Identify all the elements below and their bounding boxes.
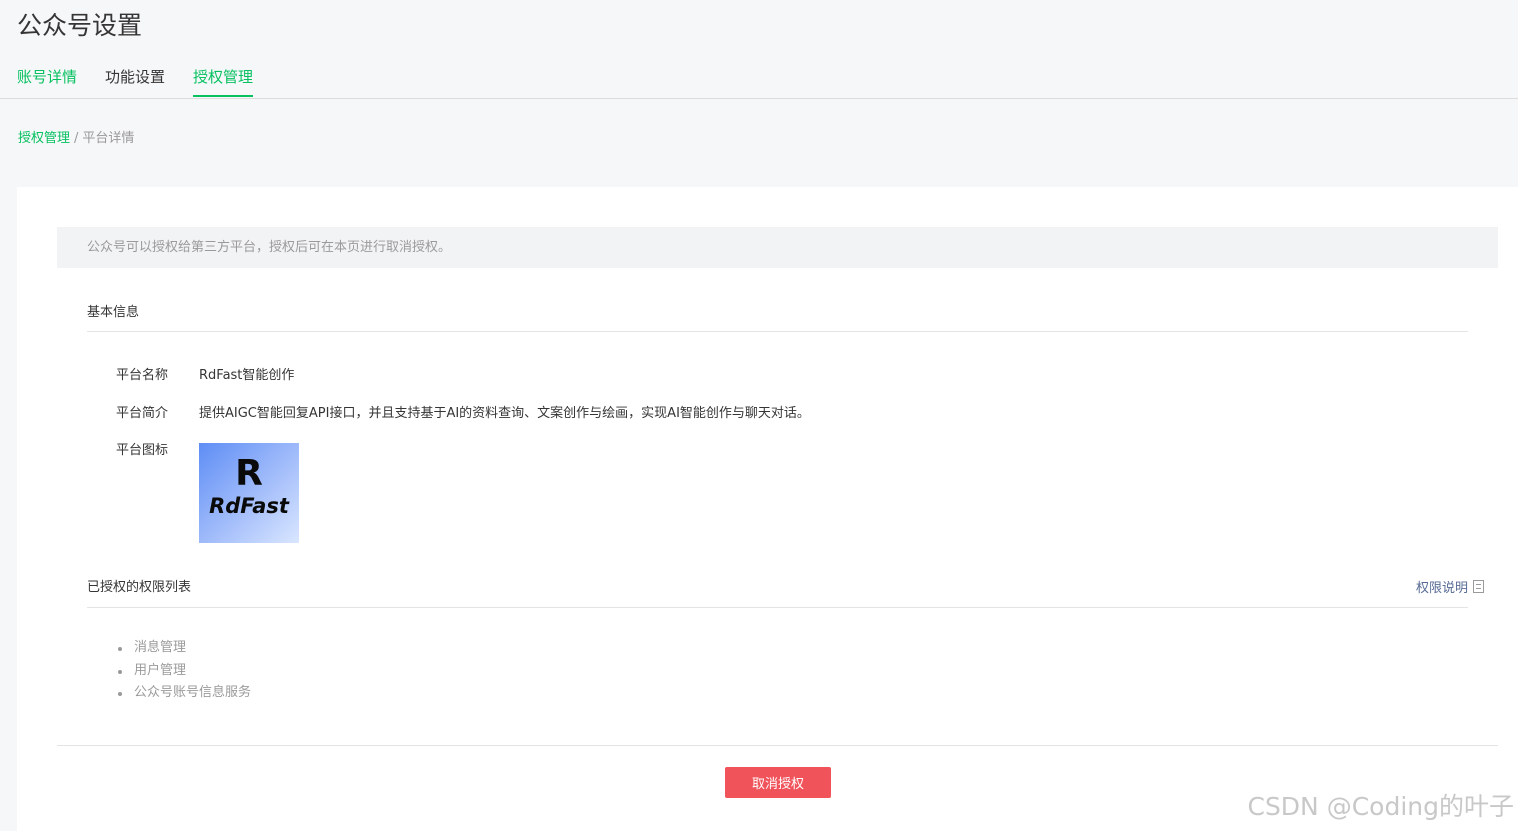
- permissions-title: 已授权的权限列表: [87, 580, 192, 595]
- page-title: 公众号设置: [17, 11, 143, 40]
- document-icon[interactable]: [1473, 580, 1484, 593]
- revoke-authorization-button[interactable]: 取消授权: [725, 767, 831, 798]
- basic-info-divider: [87, 331, 1468, 332]
- notice-bar: 公众号可以授权给第三方平台，授权后可在本页进行取消授权。: [57, 227, 1498, 268]
- permission-item: 消息管理: [118, 637, 251, 660]
- platform-desc-label: 平台简介: [116, 406, 169, 421]
- permission-list: 消息管理 用户管理 公众号账号信息服务: [118, 637, 251, 705]
- permissions-divider: [87, 607, 1468, 608]
- breadcrumb-parent-link[interactable]: 授权管理: [18, 131, 70, 146]
- permission-item: 公众号账号信息服务: [118, 682, 251, 705]
- permissions-explain-link[interactable]: 权限说明: [1416, 577, 1484, 596]
- breadcrumb-separator: /: [74, 131, 79, 146]
- breadcrumb-current: 平台详情: [82, 131, 135, 146]
- content-panel: 公众号可以授权给第三方平台，授权后可在本页进行取消授权。 基本信息 平台名称 R…: [17, 187, 1518, 831]
- permission-item: 用户管理: [118, 660, 251, 683]
- platform-icon-label: 平台图标: [116, 443, 169, 458]
- tab-account-details[interactable]: 账号详情: [17, 66, 77, 95]
- platform-name-value: RdFast智能创作: [199, 368, 295, 383]
- watermark: CSDN @Coding的叶子: [1247, 792, 1514, 821]
- platform-desc-value: 提供AIGC智能回复API接口，并且支持基于AI的资料查询、文案创作与绘画，实现…: [199, 406, 810, 421]
- tab-bar: 账号详情 功能设置 授权管理: [0, 62, 1518, 99]
- logo-letter: R: [235, 453, 263, 494]
- tab-feature-settings[interactable]: 功能设置: [105, 66, 165, 95]
- footer-divider: [57, 745, 1498, 746]
- breadcrumb: 授权管理 / 平台详情: [18, 127, 134, 146]
- permissions-explain-label[interactable]: 权限说明: [1416, 577, 1468, 596]
- logo-wordmark: RdFast: [209, 494, 289, 518]
- platform-name-label: 平台名称: [116, 368, 169, 383]
- tab-authorization-management[interactable]: 授权管理: [193, 66, 254, 97]
- platform-logo: R RdFast: [199, 443, 299, 543]
- basic-info-title: 基本信息: [87, 305, 140, 320]
